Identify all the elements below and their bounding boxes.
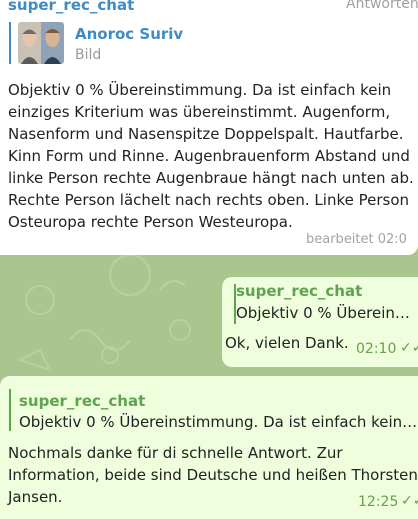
double-check-icon: ✓✓ <box>400 340 418 356</box>
message-line: Osteuropa rechte Person Westeuropa. <box>8 213 293 231</box>
outgoing-message-bubble[interactable]: super_rec_chat Objektiv 0 % Übereinstimm… <box>222 277 418 367</box>
message-line: linke Person rechte Augenbraue hängt nac… <box>8 169 414 187</box>
incoming-message-bubble[interactable]: super_rec_chat Antworten Anoroc Suriv Bi… <box>0 0 418 255</box>
message-line: Jansen. <box>8 488 63 506</box>
message-line: Information, beide sind Deutsche und hei… <box>8 466 418 484</box>
reply-author[interactable]: super_rec_chat <box>236 282 362 300</box>
message-text: Objektiv 0 % Übereinstimmung. Da ist ein… <box>8 79 418 233</box>
edited-timestamp: bearbeitet 02:0 <box>306 232 407 247</box>
reply-indicator-bar <box>9 389 11 431</box>
reply-author[interactable]: super_rec_chat <box>19 392 145 410</box>
reply-action[interactable]: Antworten <box>346 0 418 12</box>
message-line: Rechte Person lächelt nach rechts oben. … <box>8 191 410 209</box>
message-line: Kinn Form und Rinne. Augenbrauenform Abs… <box>8 147 410 165</box>
message-line: Nochmals danke für di schnelle Antwort. … <box>8 444 343 462</box>
message-time: 02:10 <box>356 341 397 357</box>
photo-thumbnail-icon[interactable] <box>18 22 64 64</box>
message-text: Nochmals danke für di schnelle Antwort. … <box>8 442 418 508</box>
reply-quote[interactable]: Objektiv 0 % Übereinstimmung. Da ist ein… <box>19 413 418 431</box>
reply-quote[interactable]: Objektiv 0 % Übereinstimmung. Da ist ein… <box>236 304 416 322</box>
outgoing-message-bubble[interactable]: super_rec_chat Objektiv 0 % Übereinstimm… <box>0 376 418 519</box>
sender-name[interactable]: super_rec_chat <box>8 0 134 14</box>
reply-author[interactable]: Anoroc Suriv <box>75 25 183 43</box>
message-time: 12:25 <box>358 494 399 510</box>
message-line: Objektiv 0 % Übereinstimmung. Da ist ein… <box>8 81 392 99</box>
reply-indicator-bar <box>9 22 11 64</box>
message-line: einziges Kriterium was übereinstimmt. Au… <box>8 103 391 121</box>
message-text: Ok, vielen Dank. <box>225 334 349 352</box>
double-check-icon: ✓✓ <box>401 493 418 509</box>
message-line: Nasenform und Nasenspitze Doppelspalt. H… <box>8 125 404 143</box>
reply-media-type: Bild <box>75 47 102 63</box>
